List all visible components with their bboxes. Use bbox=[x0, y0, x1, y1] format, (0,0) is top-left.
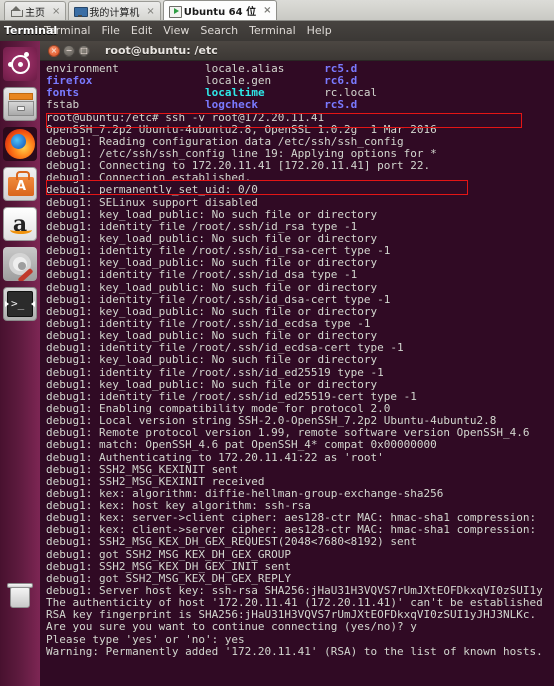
monitor-icon bbox=[74, 5, 89, 17]
terminal-text: debug1: permanently_set_uid: 0/0 bbox=[46, 183, 258, 197]
terminal-text: environment bbox=[46, 62, 119, 75]
terminal-text: debug1: kex: algorithm: diffie-hellman-g… bbox=[46, 486, 444, 500]
terminal-text: firefox bbox=[46, 74, 93, 88]
terminal-text: debug1: SELinux support disabled bbox=[46, 195, 258, 209]
terminal-text: debug1: identity file /root/.ssh/id_dsa-… bbox=[46, 292, 391, 306]
terminal-text: debug1: Reading configuration data /etc/… bbox=[46, 134, 404, 148]
window-title: root@ubuntu: /etc bbox=[105, 44, 218, 57]
terminal-text: RSA key fingerprint is SHA256:jHaU31H3VQ… bbox=[46, 608, 537, 622]
terminal-text: debug1: identity file /root/.ssh/id_dsa … bbox=[46, 268, 358, 282]
maximize-icon[interactable]: □ bbox=[78, 44, 90, 57]
terminal-text: debug1: key_load_public: No such file or… bbox=[46, 207, 378, 221]
terminal-text: Are you sure you want to continue connec… bbox=[46, 620, 417, 634]
terminal-text: debug1: got SSH2_MSG_KEX_DH_GEX_REPLY bbox=[46, 571, 292, 585]
browser-tab-label: Ubuntu 64 位 bbox=[183, 7, 257, 18]
menu-item-search[interactable]: Search bbox=[200, 24, 238, 37]
terminal-text: debug1: key_load_public: No such file or… bbox=[46, 377, 378, 391]
window-title-bar[interactable]: × − □ root@ubuntu: /etc bbox=[40, 41, 554, 61]
terminal-text: debug1: identity file /root/.ssh/id_ecds… bbox=[46, 316, 371, 330]
menu-item-help[interactable]: Help bbox=[307, 24, 332, 37]
system-settings-icon[interactable] bbox=[3, 247, 37, 281]
browser-tab-2[interactable]: 我的计算机 × bbox=[68, 1, 161, 20]
home-icon bbox=[10, 5, 23, 17]
close-icon[interactable]: × bbox=[48, 44, 60, 57]
trash-icon[interactable] bbox=[3, 579, 37, 613]
running-indicator-right bbox=[31, 301, 35, 307]
vm-play-icon bbox=[168, 5, 182, 18]
terminal-text: debug1: identity file /root/.ssh/id_rsa-… bbox=[46, 244, 391, 258]
terminal-text: locale.gen bbox=[204, 74, 272, 88]
files-icon[interactable] bbox=[3, 87, 37, 121]
menu-item-terminal[interactable]: Terminal bbox=[249, 24, 296, 37]
terminal-text: debug1: got SSH2_MSG_KEX_DH_GEX_GROUP bbox=[46, 547, 292, 561]
terminal-text: debug1: /etc/ssh/ssh_config line 19: App… bbox=[46, 146, 437, 160]
terminal-text: debug1: SSH2_MSG_KEX_DH_GEX_INIT sent bbox=[46, 559, 292, 573]
terminal-text: rc.local bbox=[324, 86, 378, 100]
terminal-text: localtime bbox=[204, 86, 265, 100]
terminal-screen[interactable]: environment locale.alias rc5.d firefox lo… bbox=[40, 61, 554, 686]
terminal-text: logcheck bbox=[204, 98, 258, 112]
app-name-label: Terminal bbox=[4, 24, 58, 37]
tab-close-icon[interactable]: × bbox=[146, 6, 154, 17]
terminal-text: debug1: key_load_public: No such file or… bbox=[46, 353, 378, 367]
terminal-text: debug1: SSH2_MSG_KEX_DH_GEX_REQUEST(2048… bbox=[46, 535, 417, 549]
terminal-text: debug1: identity file /root/.ssh/id_ed25… bbox=[46, 365, 384, 379]
terminal-text: debug1: key_load_public: No such file or… bbox=[46, 329, 378, 343]
terminal-text: debug1: Connection established. bbox=[46, 171, 252, 185]
terminal-text: debug1: SSH2_MSG_KEXINIT sent bbox=[46, 462, 239, 476]
terminal-text: OpenSSH_7.2p2 Ubuntu-4ubuntu2.8, OpenSSL… bbox=[46, 122, 437, 136]
ubuntu-software-icon[interactable] bbox=[3, 167, 37, 201]
terminal-text: Please type 'yes' or 'no': yes bbox=[46, 632, 245, 646]
terminal-text: debug1: Remote protocol version 1.99, re… bbox=[46, 426, 530, 440]
terminal-text: debug1: identity file /root/.ssh/id_rsa … bbox=[46, 219, 358, 233]
terminal-text: locale.alias bbox=[204, 62, 285, 75]
terminal-text: rc5.d bbox=[324, 62, 358, 75]
terminal-text: debug1: Server host key: ssh-rsa SHA256:… bbox=[46, 584, 543, 598]
terminal-text: debug1: kex: client->server cipher: aes1… bbox=[46, 523, 537, 537]
terminal-text: rcS.d bbox=[324, 98, 358, 112]
terminal-text: root@ubuntu:/etc# ssh -v root@172.20.11.… bbox=[46, 110, 325, 124]
menu-items: Terminal File Edit View Search Terminal Help bbox=[44, 24, 332, 37]
terminal-text: debug1: kex: host key algorithm: ssh-rsa bbox=[46, 499, 311, 513]
terminal-icon[interactable]: >_ bbox=[3, 287, 37, 321]
terminal-text: debug1: Enabling compatibility mode for … bbox=[46, 401, 391, 415]
unity-launcher: a >_ bbox=[0, 41, 40, 686]
browser-tab-label: 我的计算机 bbox=[89, 7, 140, 19]
terminal-text: debug1: kex: server->client cipher: aes1… bbox=[46, 511, 537, 525]
terminal-window: × − □ root@ubuntu: /etc environment loca… bbox=[40, 41, 554, 686]
terminal-text: debug1: Connecting to 172.20.11.41 [172.… bbox=[46, 159, 431, 173]
menu-item-view[interactable]: View bbox=[163, 24, 189, 37]
minimize-icon[interactable]: − bbox=[63, 44, 75, 57]
terminal-text: fonts bbox=[46, 86, 80, 100]
terminal-text: fstab bbox=[46, 98, 80, 112]
menu-item-edit[interactable]: Edit bbox=[131, 24, 152, 37]
terminal-text: rc6.d bbox=[324, 74, 358, 88]
terminal-text: debug1: key_load_public: No such file or… bbox=[46, 304, 378, 318]
global-menu-bar: Terminal Terminal File Edit View Search Termi… bbox=[0, 21, 554, 41]
running-indicator-left bbox=[5, 301, 9, 307]
terminal-text: debug1: key_load_public: No such file or… bbox=[46, 256, 378, 270]
browser-tab-3[interactable]: Ubuntu 64 位 × bbox=[162, 0, 278, 20]
browser-tab-1[interactable]: 主页 × bbox=[4, 1, 67, 20]
terminal-text: debug1: Local version string SSH-2.0-Ope… bbox=[46, 414, 497, 428]
terminal-text: debug1: match: OpenSSH_4.6 pat OpenSSH_4… bbox=[46, 438, 437, 452]
terminal-text: debug1: key_load_public: No such file or… bbox=[46, 231, 378, 245]
ubuntu-dash-icon[interactable] bbox=[3, 47, 37, 81]
terminal-line: Warning: Permanently added '172.20.11.41… bbox=[46, 644, 554, 658]
terminal-text: debug1: identity file /root/.ssh/id_ecds… bbox=[46, 341, 404, 355]
tab-close-icon[interactable]: × bbox=[263, 5, 271, 16]
terminal-text: debug1: key_load_public: No such file or… bbox=[46, 280, 378, 294]
terminal-text: debug1: Authenticating to 172.20.11.41:2… bbox=[46, 450, 384, 464]
amazon-icon[interactable]: a bbox=[3, 207, 37, 241]
terminal-text: debug1: SSH2_MSG_KEXINIT received bbox=[46, 474, 265, 488]
ubuntu-logo-ring bbox=[8, 52, 30, 74]
firefox-icon[interactable] bbox=[3, 127, 37, 161]
terminal-text: debug1: identity file /root/.ssh/id_ed25… bbox=[46, 389, 417, 403]
terminal-text: The authenticity of host '172.20.11.41 (… bbox=[46, 596, 543, 610]
tab-close-icon[interactable]: × bbox=[52, 6, 60, 17]
menu-item-file[interactable]: File bbox=[102, 24, 120, 37]
terminal-text: Warning: Permanently added '172.20.11.41… bbox=[46, 644, 543, 658]
browser-tab-label: 主页 bbox=[25, 7, 45, 19]
browser-tab-strip: 主页 × 我的计算机 × Ubuntu 64 位 × bbox=[0, 0, 554, 21]
